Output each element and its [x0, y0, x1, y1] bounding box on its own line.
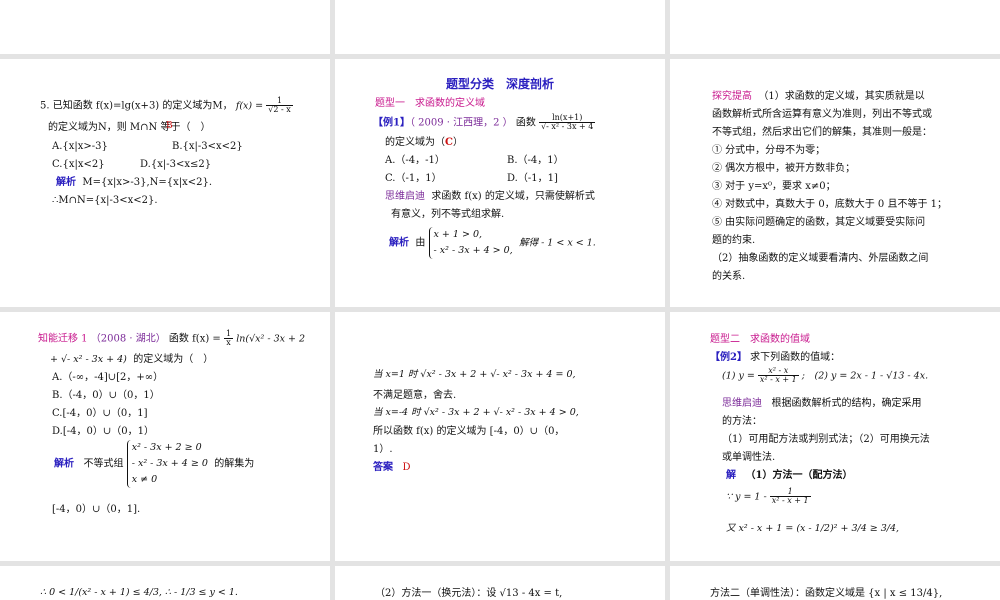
conclusion-line: ∴M∩N={x|-3<x<2}. [52, 195, 158, 206]
jiexi-line: 解析 M={x|x>-3},N={x|x<2}. [56, 177, 213, 188]
problem-5-fraction: 1 √2 - x [266, 96, 293, 115]
slide-practice-1-cont: 当 x=1 时 √x² - 3x + 2 + √- x² - 3x + 4 = … [335, 312, 665, 561]
problem-5-text: 5. 已知函数 f(x)=lg(x+3) 的定义域为M， f(x) = 1 √2… [40, 96, 293, 115]
slide-bottom-right: 方法二（单调性法）：函数定义域是 {x | x ≤ 13/4}, [670, 566, 1000, 600]
slide-bottom-center: （2）方法一（换元法）：设 √13 - 4x = t, [335, 566, 665, 600]
slide-top-center-blank [335, 0, 665, 54]
options-row-2: C.（-1，1） D.（-1，1] [385, 173, 558, 184]
example-1-answer: C [445, 137, 453, 148]
solution-block: 解析 由 x + 1 > 0, - x² - 3x + 4 > 0, 解得 - … [389, 227, 665, 260]
type-2-heading: 题型二 求函数的值域 [710, 334, 810, 345]
slide-example-1: 题型分类 深度剖析 题型一 求函数的定义域 【例1】（ 2009 · 江西理，2… [335, 59, 665, 307]
thinking-hint: 思维启迪 求函数 f(x) 的定义域，只需使解析式 [385, 191, 595, 202]
options-row-2: C.{x|x<2} D.{x|-3<x≤2} [52, 159, 212, 170]
answer-mark: B [166, 121, 173, 131]
slide-top-left-blank [0, 0, 330, 54]
slide-summary: 探究提高 （1）求函数的定义域，其实质就是以 函数解析式所含运算有意义为准则，列… [670, 59, 1000, 307]
type-1-heading: 题型一 求函数的定义域 [375, 98, 485, 109]
example-1-stem: 【例1】（ 2009 · 江西理，2 ） 函数 ln(x+1) √- x² - … [373, 113, 596, 132]
options-row-1: A.（-4，-1） B.（-4，1） [385, 155, 564, 166]
slide-practice-1: 知能迁移 1 （2008 · 湖北） 函数 f(x) = 1 x ln(√x² … [0, 312, 330, 561]
slide-bottom-left: ∴ 0 < 1/(x² - x + 1) ≤ 4/3, ∴ - 1/3 ≤ y … [0, 566, 330, 600]
slide-title: 题型分类 深度剖析 [445, 77, 554, 91]
slide-problem-5: 5. 已知函数 f(x)=lg(x+3) 的定义域为M， f(x) = 1 √2… [0, 59, 330, 307]
slide-top-right-blank [670, 0, 1000, 54]
options-row-1: A.{x|x>-3} B.{x|-3<x<2} [52, 141, 243, 152]
slide-example-2: 题型二 求函数的值域 【例2】 求下列函数的值域： (1) y = x² - x… [670, 312, 1000, 561]
solution-block: 解析 不等式组 x² - 3x + 2 ≥ 0 - x² - 3x + 4 ≥ … [54, 440, 330, 489]
